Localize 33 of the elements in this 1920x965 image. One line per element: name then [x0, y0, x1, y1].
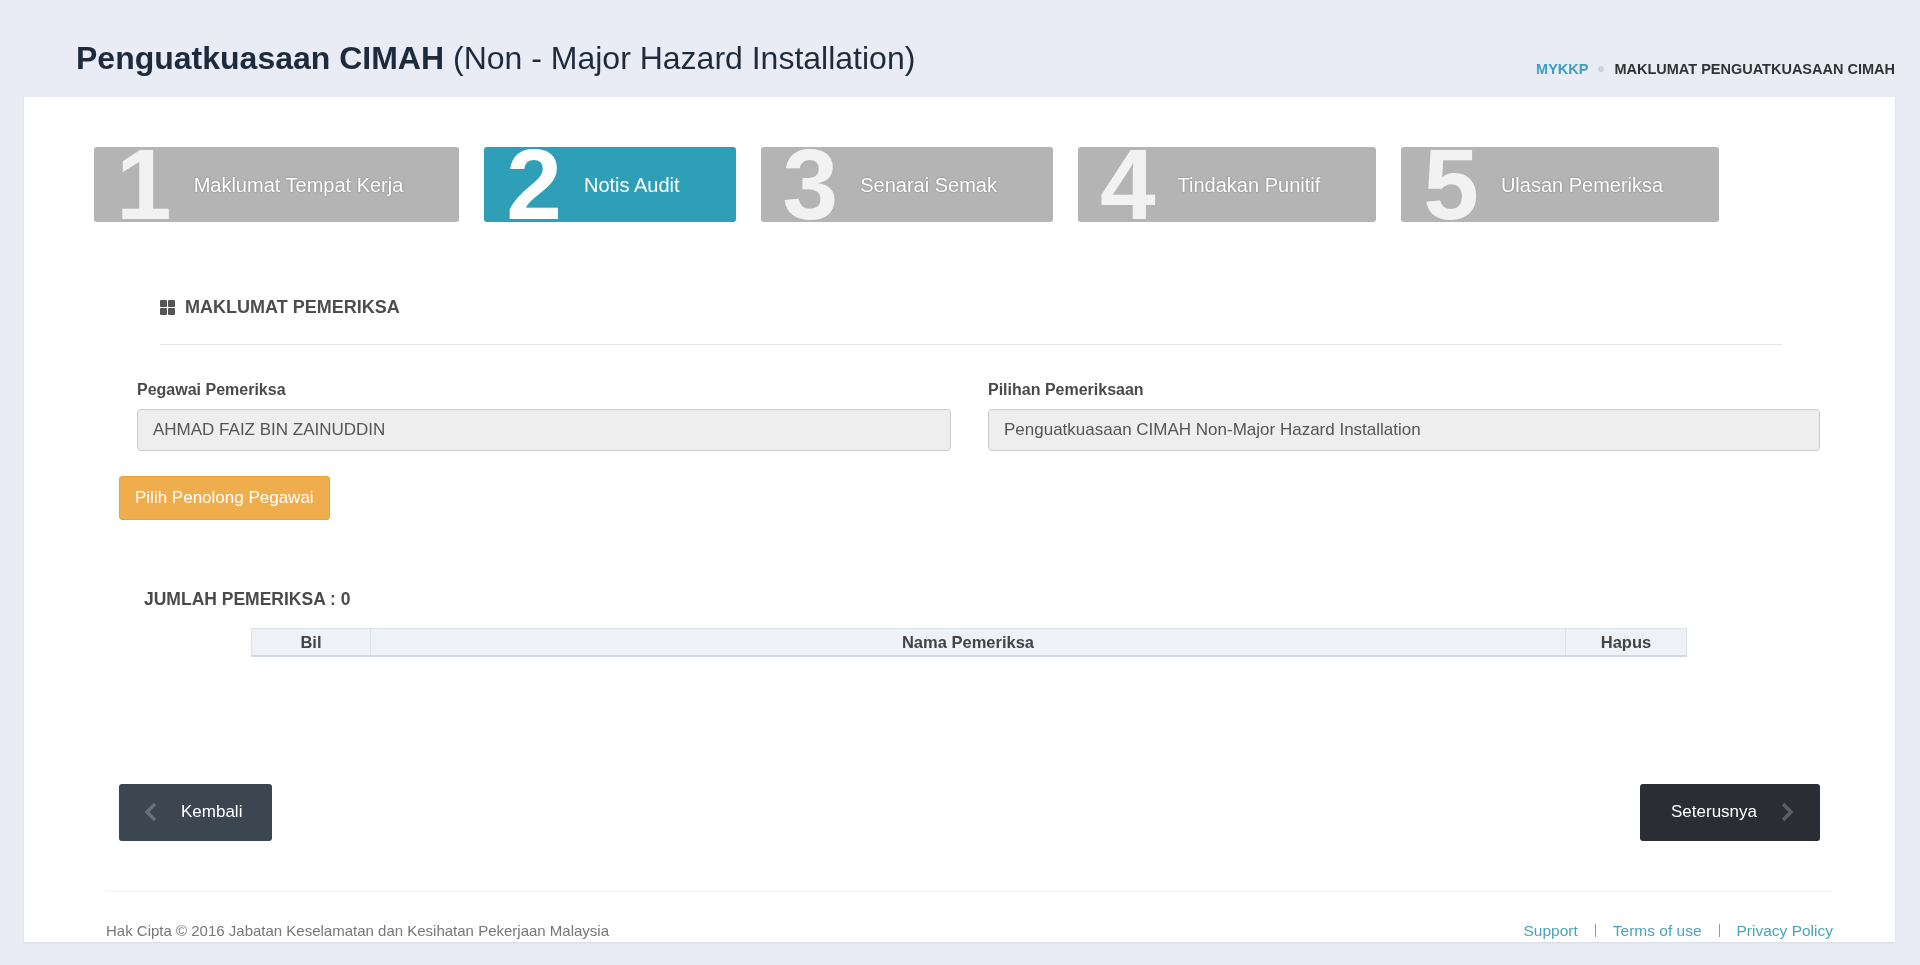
field-label: Pilihan Pemeriksaan [988, 380, 1144, 400]
step-tab[interactable]: 1 Maklumat Tempat Kerja [94, 147, 460, 222]
step-tab[interactable]: 3 Senarai Semak [760, 147, 1053, 222]
step-number: 3 [782, 147, 839, 222]
field-label: Pegawai Pemeriksa [137, 380, 286, 400]
step-tab[interactable]: 5 Ulasan Pemeriksa [1401, 147, 1720, 222]
page-title: Penguatkuasaan CIMAH (Non - Major Hazard Installation) [76, 39, 916, 78]
next-button[interactable]: Seterusnya [1640, 783, 1820, 841]
column-header: Bil [251, 628, 371, 656]
input-field[interactable]: Penguatkuasaan CIMAH Non-Major Hazard Installation [988, 409, 1820, 451]
breadcrumb-link[interactable]: MYKKP [1536, 60, 1589, 78]
total-count-label: JUMLAH PEMERIKSA : 0 [144, 588, 351, 610]
column-header: Hapus [1565, 628, 1687, 656]
chevron-left-icon [144, 802, 157, 822]
footer-link[interactable]: Support [1523, 921, 1578, 940]
column-header: Nama Pemeriksa [370, 628, 1566, 656]
input-field[interactable]: AHMAD FAIZ BIN ZAINUDDIN [137, 409, 951, 451]
step-tab[interactable]: 2 Notis Audit [484, 147, 736, 222]
chevron-right-icon [1781, 802, 1794, 822]
step-number: 1 [116, 147, 172, 222]
grid-icon [160, 299, 175, 315]
footer-link[interactable]: Privacy Policy [1736, 921, 1833, 940]
footer-link[interactable]: Terms of use [1612, 921, 1702, 940]
step-tab[interactable]: 4 Tindakan Punitif [1077, 147, 1377, 222]
step-number: 4 [1099, 147, 1156, 222]
step-number: 2 [506, 147, 562, 222]
section-title: MAKLUMAT PEMERIKSA [185, 296, 400, 319]
select-assistant-button[interactable]: Pilih Penolong Pegawai [119, 476, 330, 520]
back-button[interactable]: Kembali [119, 783, 273, 841]
step-number: 5 [1423, 147, 1479, 222]
copyright-text: Hak Cipta © 2016 Jabatan Keselamatan dan Kesihatan Pekerjaan Malaysia [106, 921, 610, 940]
bullet-icon [1598, 66, 1605, 72]
breadcrumb-current: MAKLUMAT PENGUATKUASAAN CIMAH [1614, 60, 1895, 78]
